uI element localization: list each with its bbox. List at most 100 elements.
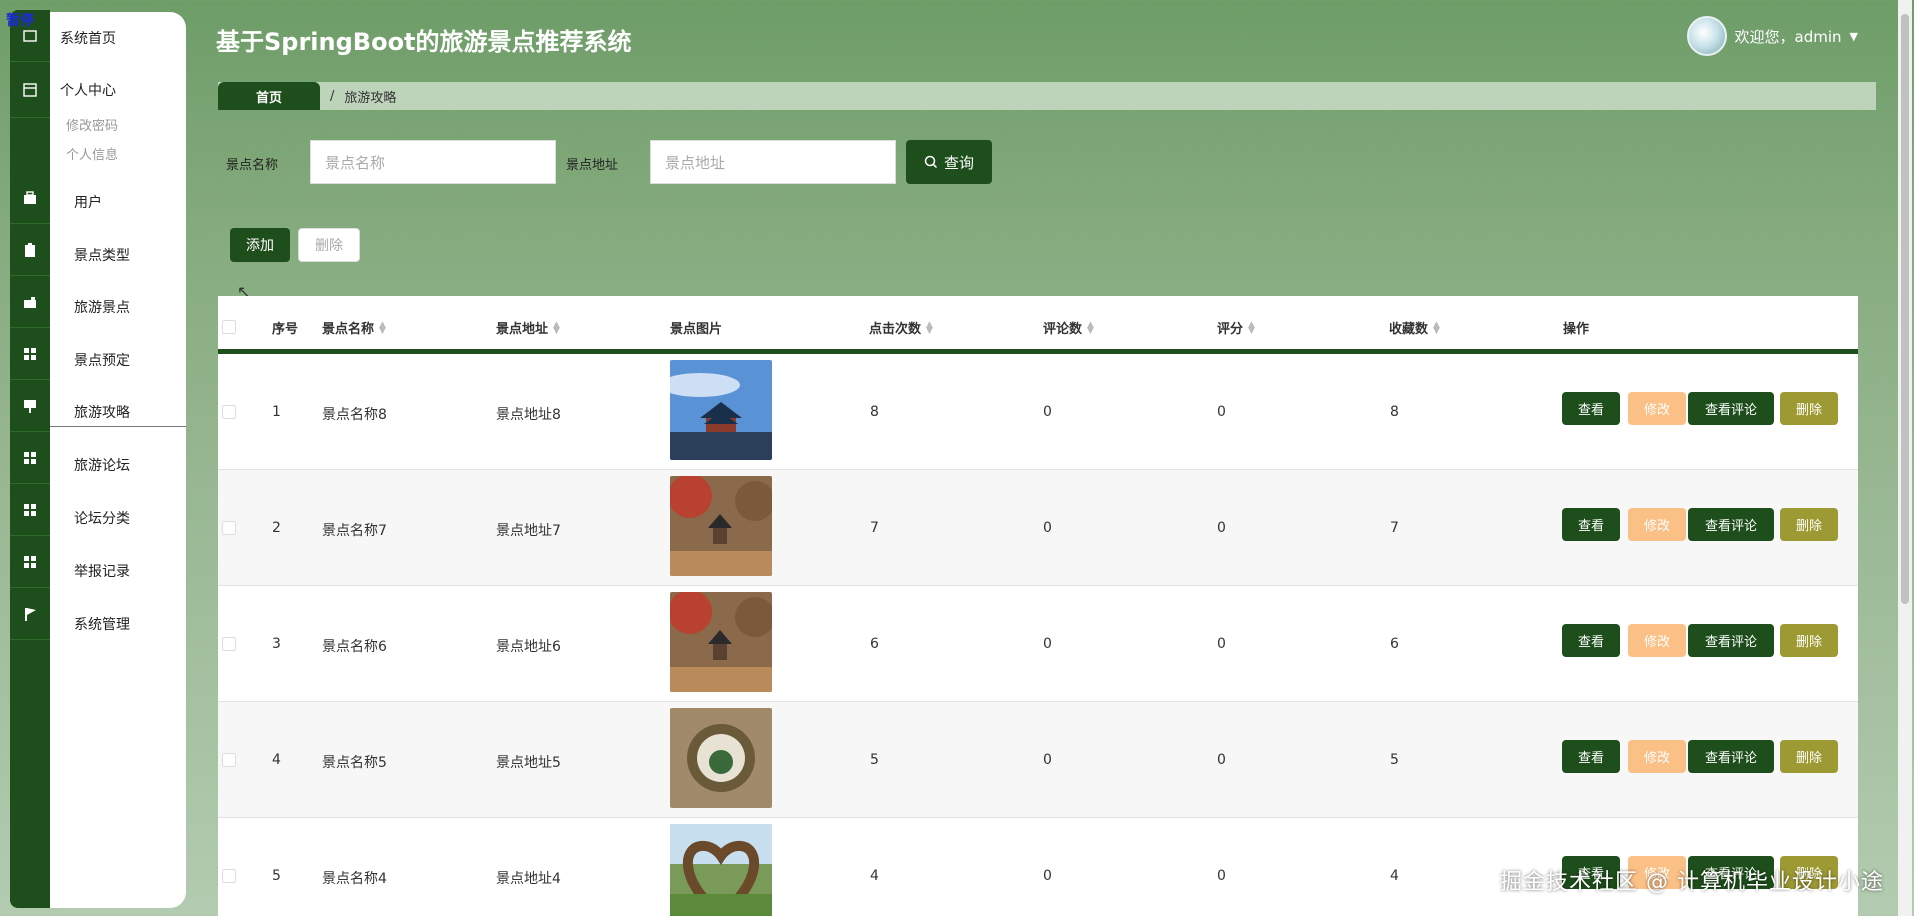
delete-button[interactable]: 删除 [1780,392,1838,425]
menu-item-forum-category[interactable]: 论坛分类 [74,508,210,528]
header-comments-label: 评论数 [1043,322,1083,337]
sort-icon[interactable]: ▲ ▼ [1087,320,1094,335]
row-name: 景点名称5 [322,755,387,771]
row-clicks: 6 [870,636,879,652]
view-comments-button[interactable]: 查看评论 [1688,392,1774,425]
row-checkbox[interactable] [222,521,236,535]
menu-item-spots[interactable]: 旅游景点 [74,297,210,317]
user-center-icon[interactable] [10,62,50,118]
sort-icon[interactable]: ▲ ▼ [1248,320,1255,335]
sort-icon[interactable]: ▲ ▼ [379,320,386,335]
spot-image[interactable] [670,708,772,808]
row-comments: 0 [1043,752,1052,768]
add-button[interactable]: 添加 [230,228,290,262]
row-name: 景点名称6 [322,639,387,655]
view-button[interactable]: 查看 [1562,508,1620,541]
view-comments-button[interactable]: 查看评论 [1688,508,1774,541]
menu-item-home[interactable]: 系统首页 [60,28,196,48]
icon-rail [10,10,50,908]
caret-down-icon[interactable]: ▼ [1850,30,1858,43]
query-button[interactable]: 查询 [906,140,992,184]
edit-button[interactable]: 修改 [1628,392,1686,425]
data-table: 序号 景点名称 ▲ ▼ 景点地址 ▲ ▼ 景点图片 点击次数 ▲ ▼ 评论数 ▲ ▼ 评分 ▲ ▼ … [218,296,1858,916]
view-comments-button[interactable]: 查看评论 [1688,624,1774,657]
sort-icon[interactable]: ▲ ▼ [1433,320,1440,335]
delete-button[interactable]: 删除 [1780,508,1838,541]
grid-icon[interactable] [10,328,50,380]
edit-button[interactable]: 修改 [1628,740,1686,773]
menu-item-forum[interactable]: 旅游论坛 [74,455,210,475]
batch-delete-button[interactable]: 删除 [298,228,360,262]
menu-item-system[interactable]: 系统管理 [74,614,210,634]
scrollbar-thumb[interactable] [1901,14,1909,604]
menu-item-personal[interactable]: 个人中心 [60,80,196,100]
page-scrollbar[interactable] [1898,0,1912,916]
welcome-text[interactable]: 欢迎您，admin [1735,26,1842,47]
view-button[interactable]: 查看 [1562,740,1620,773]
header-address[interactable]: 景点地址 ▲ ▼ [496,318,560,337]
sort-icon[interactable]: ▲ ▼ [926,320,933,335]
menu-item-guides[interactable]: 旅游攻略 [50,402,210,427]
row-checkbox[interactable] [222,869,236,883]
row-clicks: 8 [870,404,879,420]
row-score: 0 [1217,868,1226,884]
view-comments-button[interactable]: 查看评论 [1688,740,1774,773]
delete-button[interactable]: 删除 [1780,740,1838,773]
edit-button[interactable]: 修改 [1628,508,1686,541]
view-button[interactable]: 查看 [1562,624,1620,657]
row-name: 景点名称7 [322,523,387,539]
clipboard-icon[interactable] [10,224,50,276]
header-clicks[interactable]: 点击次数 ▲ ▼ [869,318,933,337]
search-icon [924,155,938,169]
flag-icon[interactable] [10,588,50,640]
address-search-input[interactable]: 景点地址 [650,140,896,184]
briefcase-icon[interactable] [10,172,50,224]
menu-item-change-password[interactable]: 修改密码 [66,115,202,134]
menu-item-booking[interactable]: 景点预定 [74,350,210,370]
delete-button[interactable]: 删除 [1780,624,1838,657]
avatar[interactable] [1686,16,1727,56]
header-favorites[interactable]: 收藏数 ▲ ▼ [1389,318,1440,337]
grid-icon[interactable] [10,536,50,588]
row-comments: 0 [1043,404,1052,420]
sort-icon[interactable]: ▲ ▼ [553,320,560,335]
header-name[interactable]: 景点名称 ▲ ▼ [322,318,386,337]
spot-image[interactable] [670,360,772,460]
name-search-input[interactable]: 景点名称 [310,140,556,184]
view-button[interactable]: 查看 [1562,392,1620,425]
sign-icon[interactable] [10,380,50,432]
row-checkbox[interactable] [222,637,236,651]
select-all-checkbox[interactable] [222,320,236,334]
name-label: 景点名称 [226,158,279,173]
sidebar-menu: 系统首页 个人中心 修改密码 个人信息 用户 景点类型 旅游景点 景点预定 旅游… [50,12,186,908]
row-index: 1 [272,404,281,420]
header-name-label: 景点名称 [322,322,375,337]
edit-button[interactable]: 修改 [1628,624,1686,657]
grid-icon[interactable] [10,432,50,484]
row-favorites: 8 [1390,404,1399,420]
menu-item-reports[interactable]: 举报记录 [74,561,210,581]
row-checkbox[interactable] [222,753,236,767]
row-address: 景点地址8 [496,407,561,423]
user-menu[interactable]: 欢迎您，admin ▼ [1686,16,1858,56]
row-checkbox[interactable] [222,405,236,419]
suitcase-icon[interactable] [10,276,50,328]
row-clicks: 5 [870,752,879,768]
spot-image[interactable] [670,824,772,916]
grid-icon[interactable] [10,484,50,536]
spot-image[interactable] [670,592,772,692]
spot-image[interactable] [670,476,772,576]
pause-tag: 暂停 [6,13,34,29]
breadcrumb: 首页 / 旅游攻略 [218,82,1876,110]
menu-item-personal-info[interactable]: 个人信息 [66,144,202,163]
header-comments[interactable]: 评论数 ▲ ▼ [1043,318,1094,337]
table-header: 序号 景点名称 ▲ ▼ 景点地址 ▲ ▼ 景点图片 点击次数 ▲ ▼ 评论数 ▲ ▼ 评分 ▲ ▼ … [218,296,1858,354]
header-actions-label: 操作 [1563,322,1590,337]
table-row: 2 景点名称7 景点地址7 7 0 0 7 查看 修改 查看评论 删除 [218,470,1858,586]
row-name: 景点名称4 [322,871,387,887]
row-score: 0 [1217,636,1226,652]
breadcrumb-home[interactable]: 首页 [218,82,321,110]
menu-item-spot-types[interactable]: 景点类型 [74,245,210,265]
menu-item-users[interactable]: 用户 [74,192,210,212]
header-score[interactable]: 评分 ▲ ▼ [1217,318,1255,337]
